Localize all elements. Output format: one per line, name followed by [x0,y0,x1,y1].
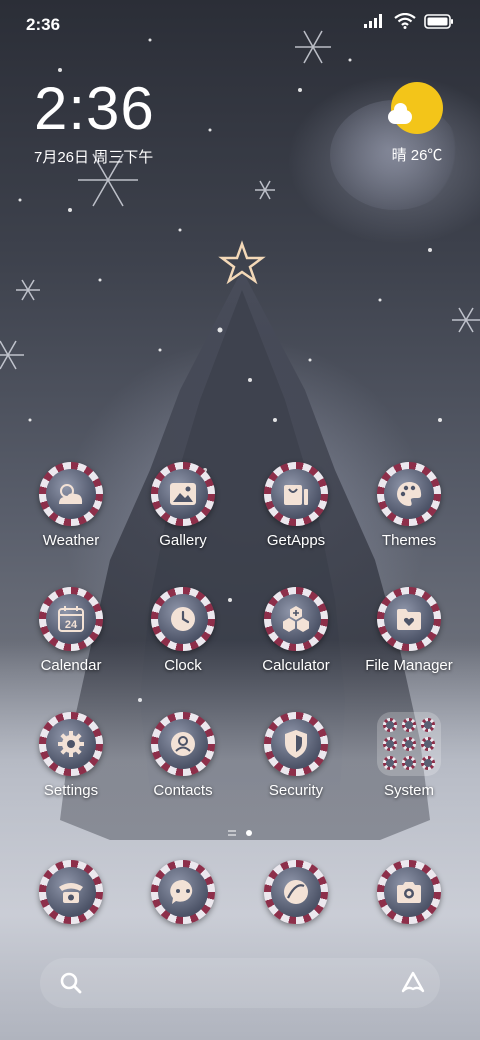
status-bar: 2:36 [0,0,480,50]
app-calculator[interactable]: Calculator [240,587,352,674]
weather-widget[interactable]: 晴 26℃ [382,82,452,165]
app-settings[interactable]: Settings [15,712,127,799]
weather-icon [59,484,83,504]
contact-icon [171,732,195,756]
app-gallery[interactable]: Gallery [127,462,239,549]
sun-cloud-icon [388,82,443,134]
app-getapps[interactable]: GetApps [240,462,352,549]
gallery-icon [170,483,196,505]
app-label: Calculator [262,657,330,674]
calculator-icon [283,606,309,632]
widget-time: 2:36 [34,75,155,142]
app-file-manager[interactable]: File Manager [353,587,465,674]
camera-icon [397,882,421,903]
weather-text: 晴 26℃ [391,147,443,164]
app-label: Security [268,782,324,799]
palette-icon [397,482,422,506]
gear-icon [58,731,84,757]
wifi-icon [394,13,416,29]
page-indicator[interactable] [0,830,480,836]
folder-heart-icon [397,609,421,630]
folder-icon [377,712,441,776]
calendar-icon: 24 [58,606,84,632]
page-dot-active [246,830,252,836]
app-security[interactable]: Security [240,712,352,799]
app-contacts[interactable]: Contacts [127,712,239,799]
app-label: Contacts [153,782,213,799]
widget-date: 7月26日 周三下午 [34,149,154,166]
battery-icon [424,13,453,29]
app-clock[interactable]: Clock [127,587,239,674]
app-label: Calendar [40,657,102,674]
page-dot [228,830,236,836]
status-time: 2:36 [26,15,61,34]
app-calendar[interactable]: 24 Calendar [15,587,127,674]
search-icon[interactable] [58,970,84,996]
app-label: Clock [164,657,202,674]
signal-icon [364,14,382,28]
app-label: Themes [381,532,437,549]
app-weather[interactable]: Weather [15,462,127,549]
app-label: Settings [43,782,99,799]
calendar-day: 24 [65,619,78,631]
dock-browser[interactable] [240,860,352,924]
shield-icon [285,730,307,758]
clock-widget[interactable]: 2:36 7月26日 周三下午 [34,78,155,167]
app-folder-system[interactable]: System [353,712,465,799]
assistant-icon[interactable] [400,970,426,996]
app-label: Weather [42,532,100,549]
app-label: File Manager [365,657,453,674]
dock-messages[interactable] [127,860,239,924]
phone-icon [59,883,83,903]
clock-icon [171,607,195,631]
messages-icon [170,879,193,904]
app-label: GetApps [266,532,326,549]
app-label: System [383,782,434,799]
app-label: Gallery [159,532,207,549]
dock-phone[interactable] [15,860,127,924]
dock-camera[interactable] [353,860,465,924]
browser-icon [284,880,308,904]
search-bar[interactable] [40,958,440,1008]
app-themes[interactable]: Themes [353,462,465,549]
getapps-icon [284,485,308,505]
